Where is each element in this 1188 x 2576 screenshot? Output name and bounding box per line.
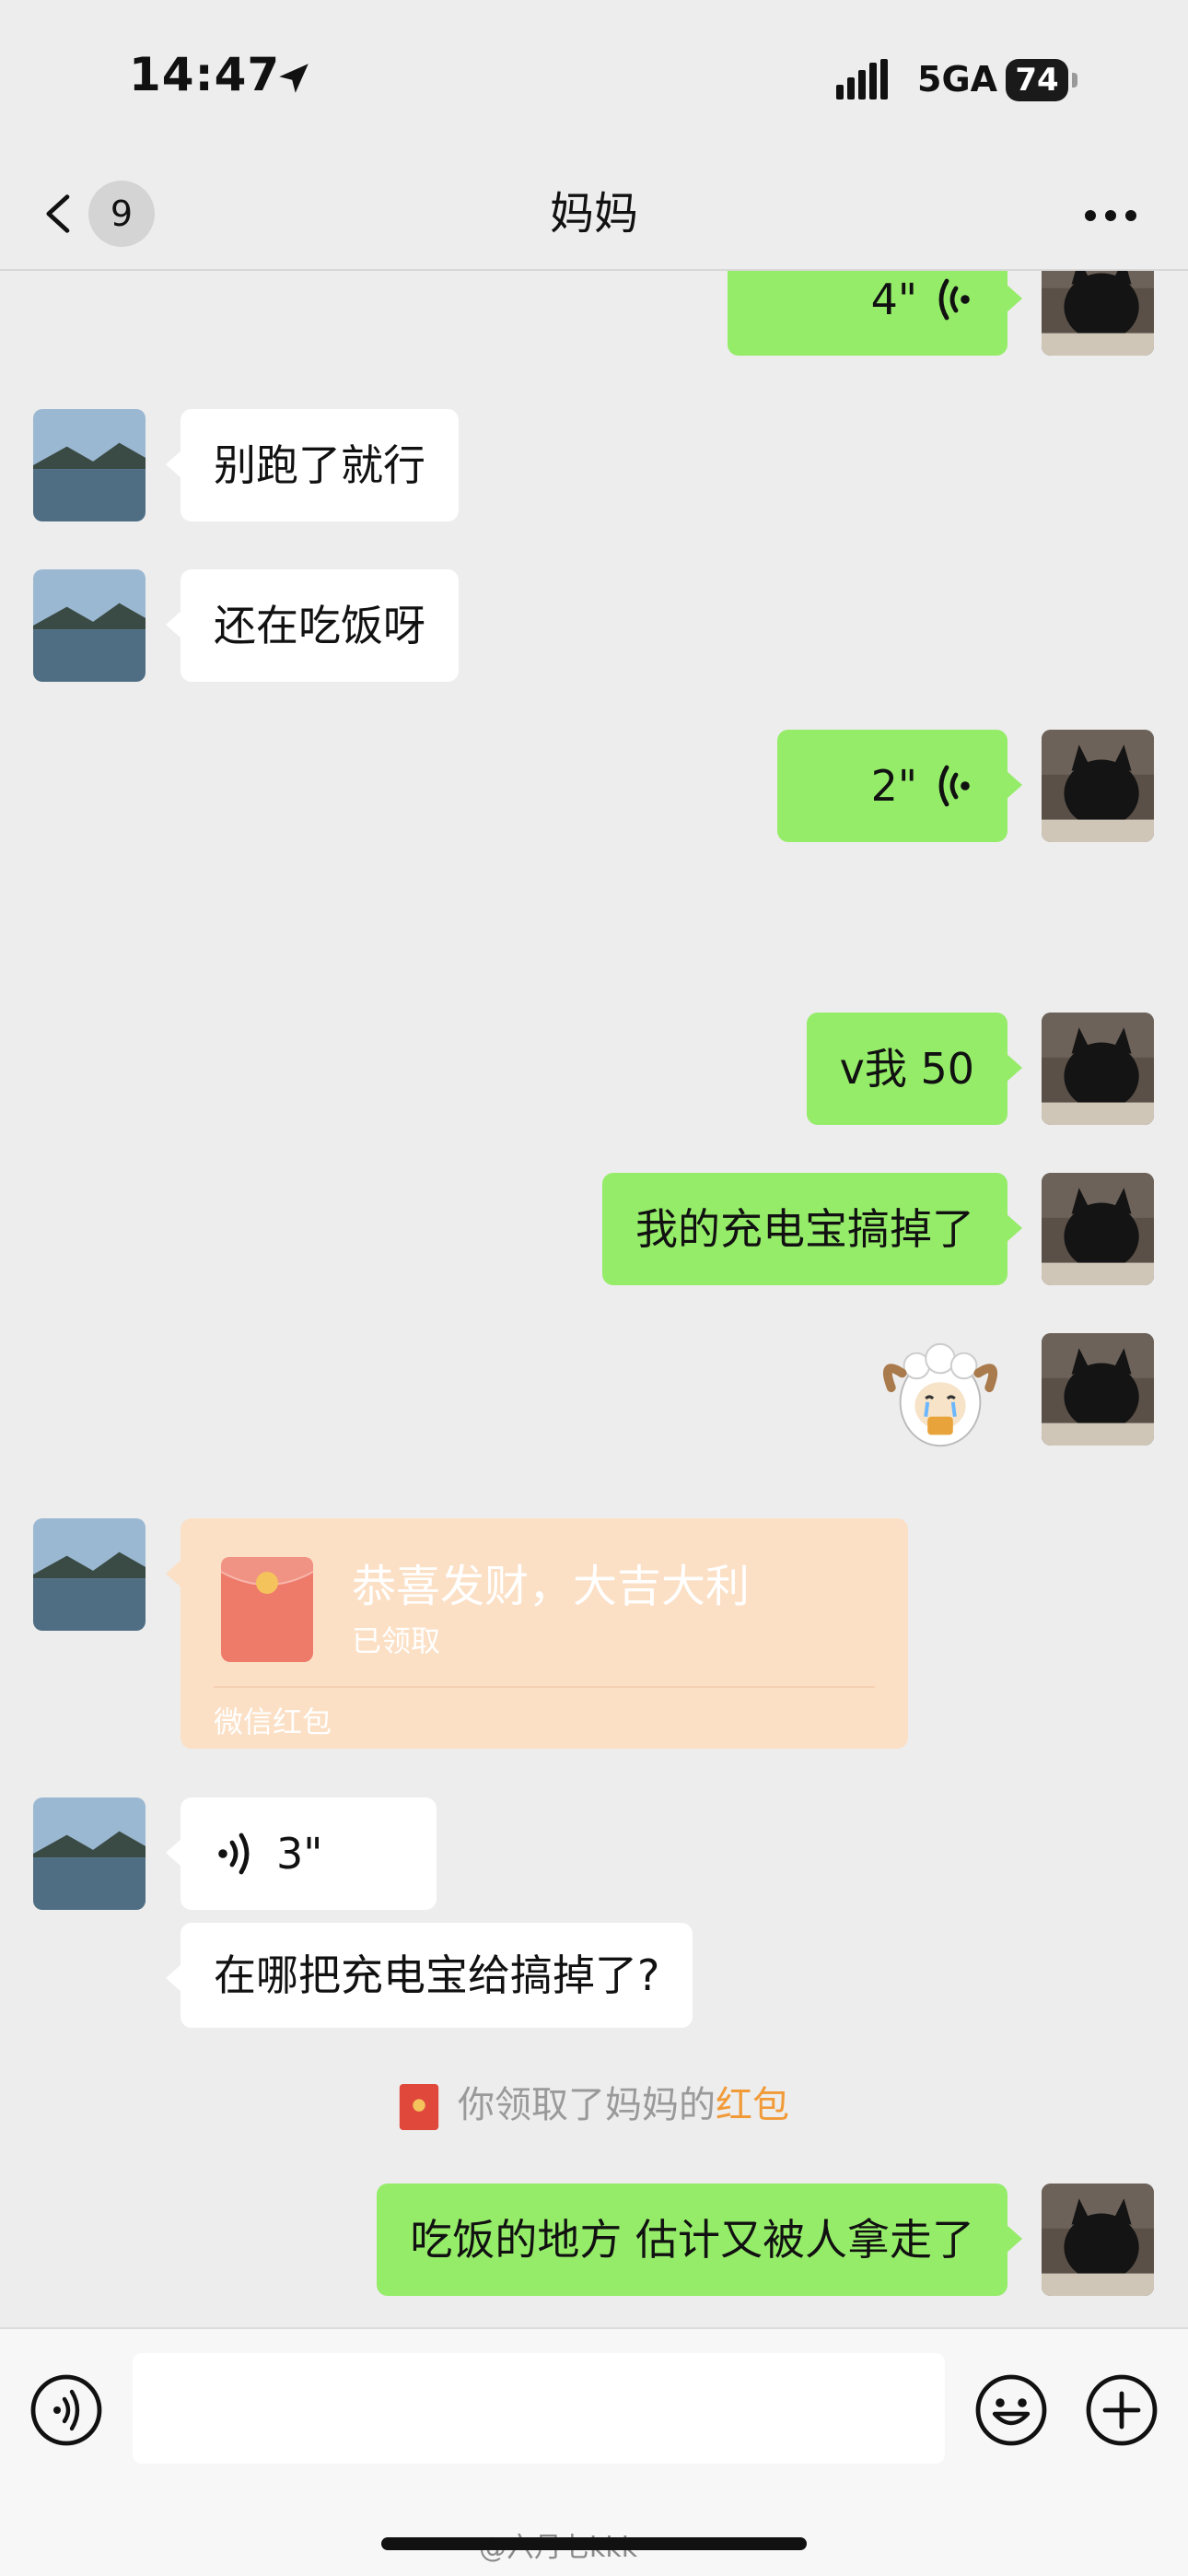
text-message-bubble[interactable]: 还在吃饭呀 [166,569,459,682]
voice-message-bubble[interactable]: 4" [728,271,1022,356]
plus-icon[interactable] [1085,2373,1159,2447]
voice-wave-icon [938,278,970,321]
red-packet-card[interactable]: 恭喜发财，大吉大利 已领取 微信红包 [166,1518,908,1749]
text-message-bubble[interactable]: 吃饭的地方 估计又被人拿走了 [377,2184,1022,2296]
my-avatar[interactable] [1042,271,1154,356]
chat-header: 9 妈妈 [0,157,1188,271]
voice-wave-icon [938,765,970,807]
red-envelope-icon [399,2084,439,2130]
voice-input-toggle-icon[interactable] [29,2373,103,2447]
system-message-text: 你领取了妈妈的 [458,2084,716,2126]
text-message-bubble[interactable]: v我 50 [806,1013,1023,1125]
text-message-bubble[interactable]: 我的充电宝搞掉了 [602,1173,1022,1285]
contact-avatar[interactable] [33,1797,146,1910]
contact-avatar[interactable] [33,569,146,682]
red-packet-title: 恭喜发财，大吉大利 [352,1561,751,1612]
contact-avatar[interactable] [33,1518,146,1631]
red-packet-link[interactable]: 红包 [716,2084,789,2126]
home-indicator [381,2537,807,2550]
my-avatar[interactable] [1042,1333,1154,1446]
red-packet-divider [214,1686,875,1688]
message-list[interactable]: 4" 别跑了就行 还在吃饭呀 2" v我 50 我的充电宝搞掉了 恭喜发财，大吉… [0,271,1188,2327]
voice-wave-icon [218,1832,250,1875]
chat-title: 妈妈 [549,188,638,240]
status-bar: 14:47 5GA 74 [0,0,1188,157]
text-message-bubble[interactable]: 在哪把充电宝给搞掉了? [165,1923,693,2028]
voice-duration: 3" [276,1829,323,1879]
emoji-icon[interactable] [974,2373,1048,2447]
status-time: 14:47 [129,48,281,101]
voice-duration: 2" [870,761,917,811]
contact-avatar[interactable] [33,409,146,521]
text-message-bubble[interactable]: 别跑了就行 [166,409,459,521]
more-options-icon[interactable] [1081,197,1140,234]
my-avatar[interactable] [1042,730,1154,842]
crying-sheep-sticker-icon[interactable] [877,1333,1004,1460]
system-message: 你领取了妈妈的红包 [0,2075,1188,2130]
my-avatar[interactable] [1042,1173,1154,1285]
signal-icon [836,59,888,100]
red-packet-status: 已领取 [352,1623,441,1658]
red-envelope-icon [220,1557,314,1662]
my-avatar[interactable] [1042,2184,1154,2296]
my-avatar[interactable] [1042,1013,1154,1125]
voice-message-bubble[interactable]: 2" [777,730,1022,842]
voice-message-bubble[interactable]: 3" [166,1797,437,1910]
network-type: 5GA [917,59,998,100]
battery-indicator: 74 [1006,59,1077,101]
location-arrow-icon [279,64,309,93]
voice-duration: 4" [870,275,917,324]
message-input[interactable] [133,2353,945,2464]
red-packet-footer: 微信红包 [214,1704,332,1739]
